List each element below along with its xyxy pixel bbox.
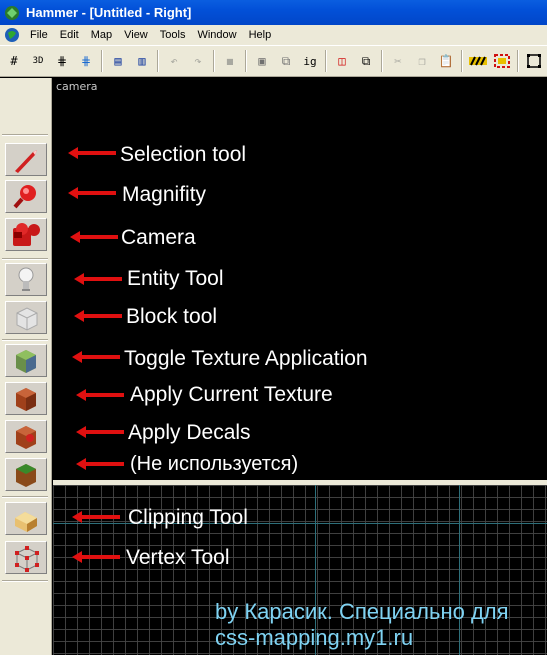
toolbar-separator (101, 50, 103, 72)
label-toggle-texture: Toggle Texture Application (124, 347, 368, 370)
title-bar: Hammer - [Untitled - Right] (0, 0, 547, 25)
toolbar-separator (157, 50, 159, 72)
palette-separator (2, 134, 48, 136)
magnifier-icon (13, 184, 36, 208)
block-cube-icon (16, 306, 38, 331)
menu-help[interactable]: Help (243, 25, 278, 45)
annotation-arrow-icon (68, 147, 116, 159)
document-icon[interactable] (4, 27, 20, 43)
group-icon[interactable]: ▤ (107, 50, 129, 72)
hide-icon[interactable]: ▣ (251, 50, 273, 72)
lightbulb-entity-icon (18, 267, 34, 291)
palette-separator (2, 339, 48, 341)
annotation-arrow-icon (74, 273, 122, 285)
camera-tool-button[interactable] (5, 218, 47, 251)
cut-icon[interactable]: ✂ (387, 50, 409, 72)
toolbar: # 3D ⋕ ⋕ ▤ ▥ ↶ ↷ ◼ ▣ ⧉ ig ◫ ⧉ ✂ ❐ 📋 (0, 45, 547, 77)
vertex-icon (15, 545, 39, 572)
annotation-arrow-icon (76, 426, 124, 438)
texture-lock-scale-icon[interactable] (491, 50, 513, 72)
texture-lock-icon[interactable] (467, 50, 489, 72)
label-apply-texture: Apply Current Texture (130, 383, 333, 406)
undo-icon[interactable]: ↶ (163, 50, 185, 72)
grid-icon[interactable]: # (3, 50, 25, 72)
unused-tool-button[interactable] (5, 458, 47, 491)
annotation-arrow-icon (72, 351, 120, 363)
magnify-tool-button[interactable] (5, 180, 47, 213)
grid-axis-line (459, 485, 460, 655)
camera-icon (13, 222, 40, 246)
label-camera: Camera (121, 226, 196, 249)
palette-separator (2, 496, 48, 498)
menu-tools[interactable]: Tools (154, 25, 192, 45)
annotation-arrow-icon (76, 458, 124, 470)
menu-bar: File Edit Map View Tools Window Help (0, 25, 547, 45)
annotation-arrow-icon (76, 389, 124, 401)
vertex-tool-button[interactable] (5, 541, 47, 574)
toolbar-separator (461, 50, 463, 72)
carve-icon[interactable]: ◼ (219, 50, 241, 72)
grid-toggle-icon[interactable]: ⋕ (51, 50, 73, 72)
copy-icon[interactable]: ❐ (411, 50, 433, 72)
toggle-box-icon[interactable] (523, 50, 545, 72)
hammer-app-icon (5, 5, 19, 20)
clipping-tool-button[interactable] (5, 502, 47, 535)
entity-tool-button[interactable] (5, 263, 47, 296)
toolbar-separator (213, 50, 215, 72)
toolbar-separator (517, 50, 519, 72)
palette-separator (2, 580, 48, 582)
ignore-group-label: ig (303, 54, 317, 68)
apply-decals-button[interactable] (5, 420, 47, 453)
annotation-arrow-icon (74, 310, 122, 322)
label-block-tool: Block tool (126, 305, 218, 328)
annotation-arrow-icon (72, 551, 120, 563)
toolbar-separator (325, 50, 327, 72)
brick-cube-icon (16, 387, 36, 411)
ignore-group-button[interactable]: ig (299, 50, 321, 72)
annotation-arrow-icon (70, 231, 118, 243)
palette-separator (2, 258, 48, 260)
redo-icon[interactable]: ↷ (187, 50, 209, 72)
grid-points-icon[interactable]: ⋕ (75, 50, 97, 72)
3d-grid-icon[interactable]: 3D (27, 50, 49, 72)
window-title: Hammer - [Untitled - Right] (26, 5, 192, 20)
ungroup-icon[interactable]: ▥ (131, 50, 153, 72)
label-apply-decals: Apply Decals (128, 421, 251, 444)
menu-view[interactable]: View (118, 25, 154, 45)
paste-icon[interactable]: 📋 (435, 50, 457, 72)
label-selection-tool: Selection tool (120, 143, 247, 166)
label-entity-tool: Entity Tool (127, 267, 224, 290)
menu-map[interactable]: Map (85, 25, 118, 45)
unhide-icon[interactable]: ⧉ (275, 50, 297, 72)
apply-current-texture-button[interactable] (5, 382, 47, 415)
menu-window[interactable]: Window (191, 25, 242, 45)
toolbar-separator (245, 50, 247, 72)
copy-selection-icon[interactable]: ⧉ (355, 50, 377, 72)
menu-edit[interactable]: Edit (54, 25, 85, 45)
texture-cube-icon (16, 349, 36, 373)
credit-line-2: css-mapping.my1.ru (215, 625, 414, 650)
menu-file[interactable]: File (24, 25, 54, 45)
toolbar-separator (381, 50, 383, 72)
tool-palette (0, 78, 52, 655)
label-clipping-tool: Clipping Tool (128, 506, 248, 529)
decal-cube-icon (16, 425, 36, 449)
viewport-label: camera (56, 80, 98, 93)
block-tool-button[interactable] (5, 301, 47, 334)
selection-arrow-icon (15, 149, 37, 173)
cut-selection-icon[interactable]: ◫ (331, 50, 353, 72)
annotation-arrow-icon (68, 187, 116, 199)
selection-tool-button[interactable] (5, 143, 47, 176)
clipping-icon (15, 511, 37, 532)
label-unused: (Не используется) (130, 453, 299, 475)
credit-line-1: by Карасик. Специально для (215, 599, 509, 624)
annotation-arrow-icon (72, 511, 120, 523)
label-vertex-tool: Vertex Tool (126, 546, 230, 569)
toggle-texture-application-button[interactable] (5, 344, 47, 377)
label-magnify: Magnifity (122, 183, 207, 206)
grass-cube-icon (16, 463, 36, 487)
